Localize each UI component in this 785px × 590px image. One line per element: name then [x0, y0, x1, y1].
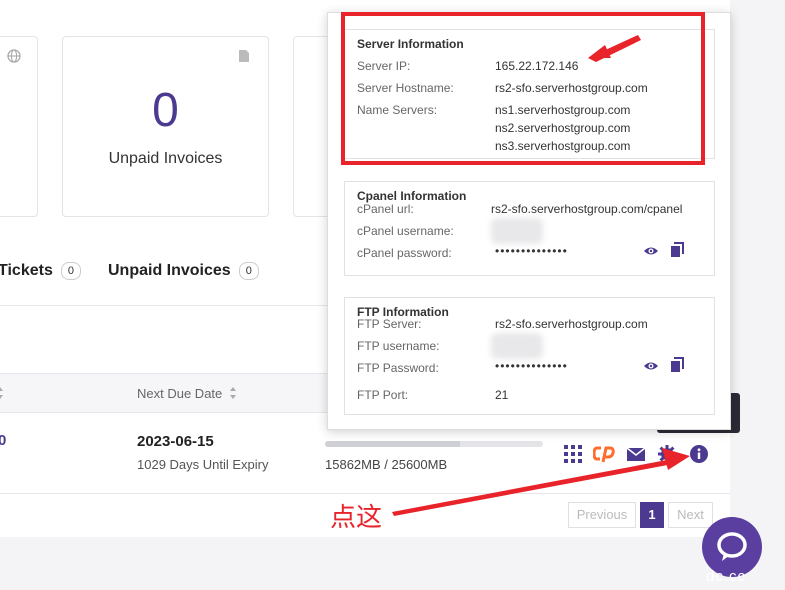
annotation-arrows [392, 35, 690, 516]
watermark: dc.cc [706, 568, 747, 585]
annotation-click-here: 点这 [330, 503, 383, 533]
